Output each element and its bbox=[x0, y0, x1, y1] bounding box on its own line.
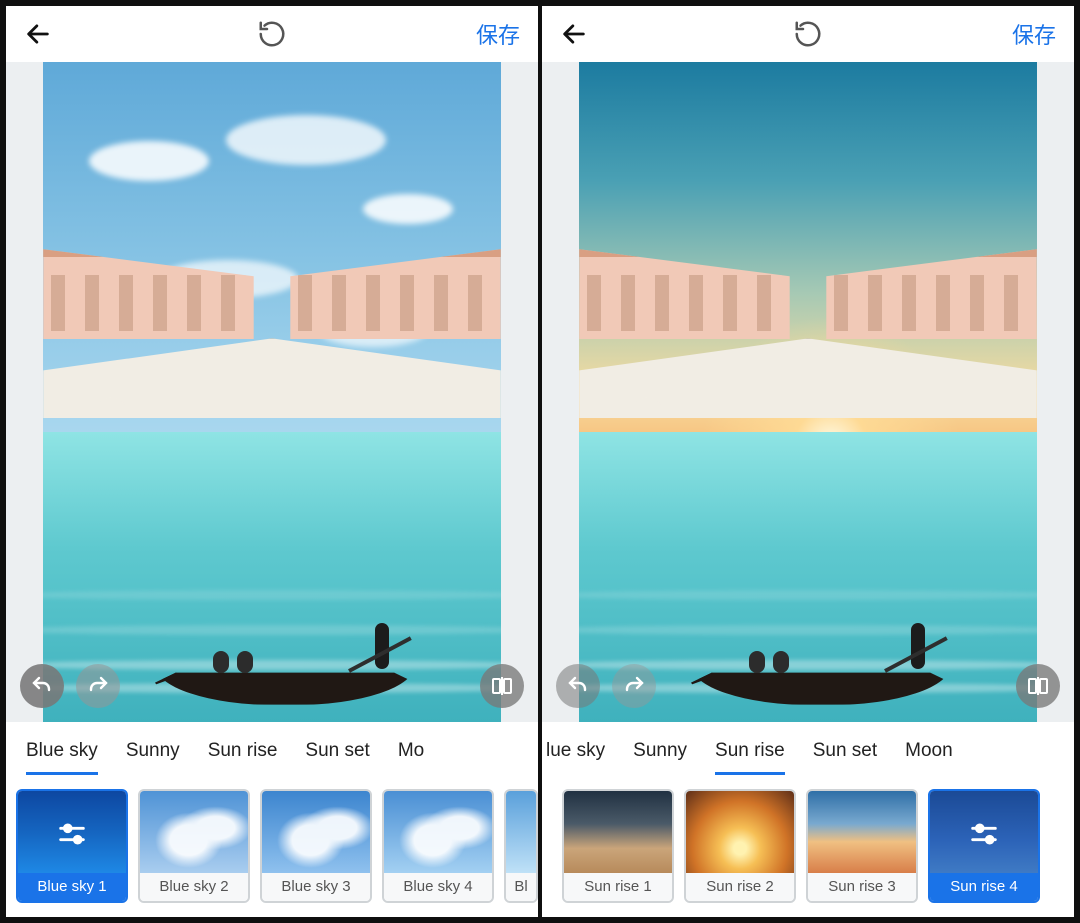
preset-sun-rise-3[interactable]: Sun rise 3 bbox=[806, 789, 918, 903]
save-button[interactable]: 保存 bbox=[1012, 18, 1056, 50]
preset-thumbnail-image bbox=[686, 791, 794, 873]
category-tabs: lue sky Sunny Sun rise Sun set Moon bbox=[542, 722, 1074, 781]
sliders-icon bbox=[55, 817, 89, 851]
preset-thumbnail-image bbox=[564, 791, 672, 873]
preset-blue-sky-2[interactable]: Blue sky 2 bbox=[138, 789, 250, 903]
category-tabs: Blue sky Sunny Sun rise Sun set Mo bbox=[6, 722, 538, 781]
preset-thumbnails: Sun rise 1 Sun rise 2 Sun rise 3 Sun ris… bbox=[542, 781, 1074, 917]
tab-sun-rise[interactable]: Sun rise bbox=[715, 740, 785, 775]
tab-sunny[interactable]: Sunny bbox=[126, 740, 180, 775]
undo-icon bbox=[30, 674, 54, 698]
preset-thumbnails: Blue sky 1 Blue sky 2 Blue sky 3 Blue sk… bbox=[6, 781, 538, 917]
edited-image bbox=[43, 62, 501, 722]
preset-thumbnail-image bbox=[384, 791, 492, 873]
preset-sun-rise-2[interactable]: Sun rise 2 bbox=[684, 789, 796, 903]
redo-icon bbox=[86, 674, 110, 698]
tab-sunny[interactable]: Sunny bbox=[633, 740, 687, 775]
preset-label: Bl bbox=[506, 873, 536, 901]
undo-icon bbox=[566, 674, 590, 698]
tab-blue-sky-partial[interactable]: lue sky bbox=[546, 740, 605, 775]
compare-split-icon bbox=[1026, 674, 1050, 698]
undo-history-icon bbox=[257, 19, 287, 49]
undo-history-icon bbox=[793, 19, 823, 49]
preset-blue-sky-3[interactable]: Blue sky 3 bbox=[260, 789, 372, 903]
preset-label: Sun rise 3 bbox=[808, 873, 916, 901]
preset-label: Blue sky 3 bbox=[262, 873, 370, 901]
editor-pane-right: 保存 lue sky Sun bbox=[542, 6, 1074, 917]
sliders-icon bbox=[967, 817, 1001, 851]
tab-moon-partial[interactable]: Mo bbox=[398, 740, 424, 775]
preset-thumbnail-image bbox=[140, 791, 248, 873]
gondola bbox=[691, 645, 951, 705]
preset-label: Sun rise 2 bbox=[686, 873, 794, 901]
image-canvas[interactable] bbox=[542, 62, 1074, 722]
back-button[interactable] bbox=[560, 20, 588, 48]
preset-sun-rise-1[interactable]: Sun rise 1 bbox=[562, 789, 674, 903]
preset-label: Blue sky 2 bbox=[140, 873, 248, 901]
redo-button[interactable] bbox=[76, 664, 120, 708]
top-bar: 保存 bbox=[542, 6, 1074, 62]
redo-button[interactable] bbox=[612, 664, 656, 708]
back-arrow-icon bbox=[560, 20, 588, 48]
reset-button[interactable] bbox=[793, 19, 823, 49]
tab-moon[interactable]: Moon bbox=[905, 740, 953, 775]
preset-label: Blue sky 1 bbox=[18, 873, 126, 901]
preset-blue-sky-1[interactable]: Blue sky 1 bbox=[16, 789, 128, 903]
preset-label: Sun rise 1 bbox=[564, 873, 672, 901]
tab-sun-rise[interactable]: Sun rise bbox=[208, 740, 278, 775]
top-bar: 保存 bbox=[6, 6, 538, 62]
compare-button[interactable] bbox=[480, 664, 524, 708]
compare-split-icon bbox=[490, 674, 514, 698]
back-arrow-icon bbox=[24, 20, 52, 48]
back-button[interactable] bbox=[24, 20, 52, 48]
undo-button[interactable] bbox=[556, 664, 600, 708]
preset-blue-sky-4[interactable]: Blue sky 4 bbox=[382, 789, 494, 903]
redo-icon bbox=[622, 674, 646, 698]
preset-thumbnail-image bbox=[262, 791, 370, 873]
undo-button[interactable] bbox=[20, 664, 64, 708]
preset-thumbnail-image bbox=[808, 791, 916, 873]
preset-blue-sky-5-partial[interactable]: Bl bbox=[504, 789, 538, 903]
tab-sun-set[interactable]: Sun set bbox=[305, 740, 369, 775]
image-canvas[interactable] bbox=[6, 62, 538, 722]
save-button[interactable]: 保存 bbox=[476, 18, 520, 50]
editor-pane-left: 保存 bbox=[6, 6, 538, 917]
preset-label: Blue sky 4 bbox=[384, 873, 492, 901]
preset-label: Sun rise 4 bbox=[930, 873, 1038, 901]
edited-image bbox=[579, 62, 1037, 722]
preset-thumbnail-image bbox=[506, 791, 536, 873]
reset-button[interactable] bbox=[257, 19, 287, 49]
tab-blue-sky[interactable]: Blue sky bbox=[26, 740, 98, 775]
tab-sun-set[interactable]: Sun set bbox=[813, 740, 877, 775]
compare-button[interactable] bbox=[1016, 664, 1060, 708]
gondola bbox=[155, 645, 415, 705]
preset-sun-rise-4[interactable]: Sun rise 4 bbox=[928, 789, 1040, 903]
